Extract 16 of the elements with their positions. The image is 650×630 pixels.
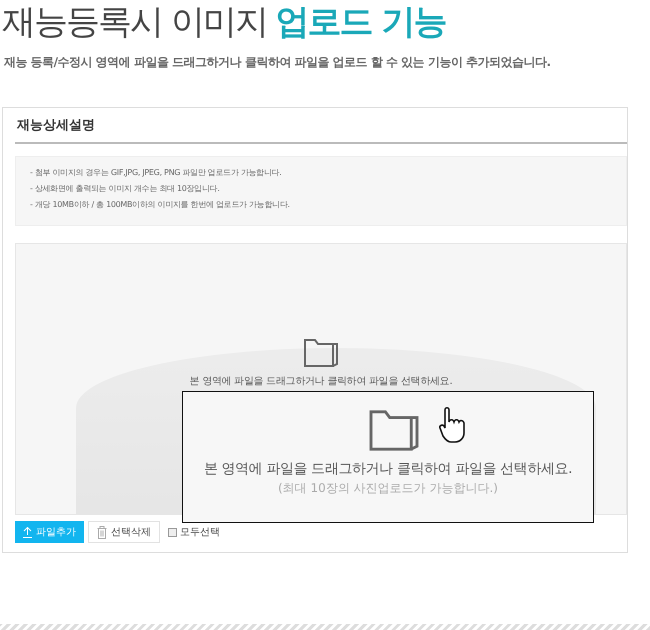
note-text: - 첨부 이미지의 경우는 GIF,JPG, JPEG, PNG 파일만 업로드가 가능합니다.: [30, 167, 283, 179]
checkbox[interactable]: [168, 528, 177, 536]
subtitle: 재능 등록/수정시 영역에 파일을 드래그하거나 클릭하여 파일을 업로드 할 수 있는 기능이 추가되었습니다.: [4, 54, 552, 71]
panel-title: 재능상세설명: [16, 117, 95, 134]
drop-zone-text: 본 영역에 파일을 드래그하거나 클릭하여 파일을 선택하세요.: [190, 375, 452, 388]
upload-icon: [23, 526, 32, 538]
note-text: - 상세화면에 출력되는 이미지 개수는 최대 10장입니다.: [30, 183, 221, 195]
select-all-checkbox[interactable]: 모두선택: [168, 525, 220, 539]
trash-icon: [97, 526, 107, 538]
page-title: 재능등록시 이미지 업로드 기능: [1, 1, 446, 44]
note-text: - 개당 10MB이하 / 총 100MB이하의 이미지를 한번에 업로드가 가능합니다.: [30, 199, 291, 211]
folder-icon: [303, 336, 339, 368]
magnified-drop-text: 본 영역에 파일을 드래그하거나 클릭하여 파일을 선택하세요.: [204, 460, 572, 478]
delete-selected-button[interactable]: 선택삭제: [88, 521, 160, 543]
select-all-label: 모두선택: [180, 526, 220, 539]
magnified-limit-text: (최대 10장의 사진업로드가 가능합니다.): [278, 480, 498, 497]
